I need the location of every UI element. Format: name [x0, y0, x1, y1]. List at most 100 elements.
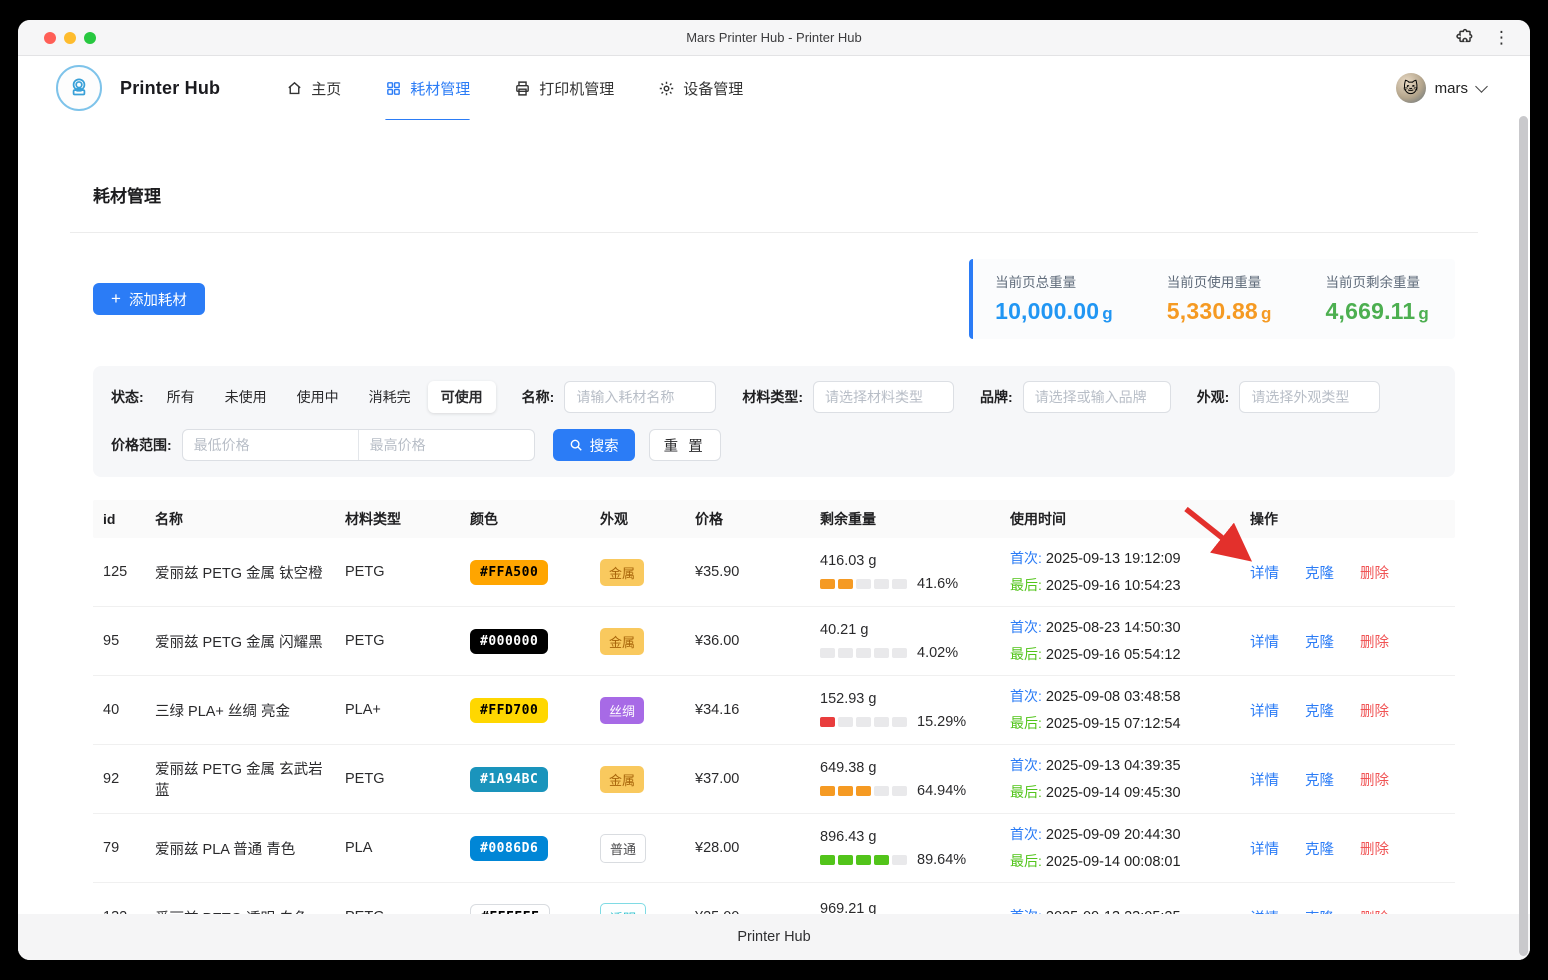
row-79-detail-link[interactable]: 详情 — [1250, 842, 1279, 858]
cell-appearance: 丝绸 — [590, 697, 685, 724]
brand-filter-select[interactable] — [1023, 381, 1171, 413]
table-row-79: 79爱丽兹 PLA 普通 青色PLA#0086D6普通¥28.00896.43 … — [93, 814, 1455, 883]
column-header: 颜色 — [460, 509, 590, 529]
cell-name: 爱丽兹 PETG 金属 闪耀黑 — [145, 631, 335, 652]
cell-usage-time: 首次: 2025-09-08 03:48:58最后: 2025-09-15 07… — [1000, 688, 1240, 732]
price-max-input[interactable] — [359, 430, 534, 460]
column-header: 外观 — [590, 509, 685, 529]
name-filter-input[interactable] — [564, 381, 716, 413]
user-menu[interactable]: 🐱 mars — [1396, 73, 1486, 103]
app-logo-icon — [56, 65, 102, 111]
cell-actions: 详情 克隆 删除 — [1240, 769, 1455, 790]
appearance-badge: 金属 — [600, 766, 644, 793]
appearance-badge: 金属 — [600, 628, 644, 655]
cell-actions: 详情 克隆 删除 — [1240, 631, 1455, 652]
cell-name: 三绿 PLA+ 丝绸 亮金 — [145, 700, 335, 721]
stat-label: 当前页总重量 — [995, 271, 1113, 291]
column-header: 价格 — [685, 509, 810, 529]
progress-segment — [838, 786, 853, 796]
appearance-filter-select[interactable] — [1239, 381, 1380, 413]
row-92-clone-link[interactable]: 克隆 — [1305, 773, 1334, 789]
cell-color: #000000 — [460, 629, 590, 654]
cell-remaining: 40.21 g4.02% — [810, 622, 1000, 661]
row-125-detail-link[interactable]: 详情 — [1250, 566, 1279, 582]
row-40-detail-link[interactable]: 详情 — [1250, 704, 1279, 720]
progress-segment — [856, 855, 871, 865]
cell-id: 92 — [93, 771, 145, 787]
cell-material: PETG — [335, 771, 460, 787]
cell-name: 爱丽兹 PLA 普通 青色 — [145, 838, 335, 859]
cell-price: ¥36.00 — [685, 633, 810, 649]
row-79-clone-link[interactable]: 克隆 — [1305, 842, 1334, 858]
last-use-label: 最后: — [1010, 784, 1042, 800]
table-row-95: 95爱丽兹 PETG 金属 闪耀黑PETG#000000金属¥36.0040.2… — [93, 607, 1455, 676]
search-button[interactable]: 搜索 — [553, 429, 635, 461]
row-79-delete-link[interactable]: 删除 — [1360, 842, 1389, 858]
nav-item-home[interactable]: 主页 — [286, 56, 341, 120]
status-option[interactable]: 可使用 — [428, 381, 496, 413]
progress-segment — [820, 579, 835, 589]
remaining-grams: 896.43 g — [820, 829, 990, 845]
remaining-percent: 4.02% — [917, 645, 958, 661]
progress-segment — [892, 717, 907, 727]
price-range-group — [182, 429, 535, 461]
titlebar: Mars Printer Hub - Printer Hub ⋮ — [18, 20, 1530, 56]
row-95-detail-link[interactable]: 详情 — [1250, 635, 1279, 651]
add-consumable-label: 添加耗材 — [129, 289, 187, 310]
column-header: 使用时间 — [1000, 509, 1240, 529]
nav-item-gear[interactable]: 设备管理 — [658, 56, 743, 120]
cell-usage-time: 首次: 2025-09-13 04:39:35最后: 2025-09-14 09… — [1000, 757, 1240, 801]
table-row-40: 40三绿 PLA+ 丝绸 亮金PLA+#FFD700丝绸¥34.16152.93… — [93, 676, 1455, 745]
status-option[interactable]: 使用中 — [284, 381, 352, 413]
stat-label: 当前页剩余重量 — [1326, 271, 1429, 291]
nav-item-printer[interactable]: 打印机管理 — [514, 56, 614, 120]
weight-stats-panel: 当前页总重量 10,000.00g 当前页使用重量 5,330.88g 当前页剩… — [969, 259, 1455, 339]
row-125-delete-link[interactable]: 删除 — [1360, 566, 1389, 582]
remaining-percent: 15.29% — [917, 714, 966, 730]
vertical-scrollbar[interactable] — [1519, 116, 1528, 956]
nav-item-label: 主页 — [311, 78, 341, 99]
extension-icon[interactable] — [1455, 28, 1475, 48]
progress-segment — [838, 579, 853, 589]
row-95-delete-link[interactable]: 删除 — [1360, 635, 1389, 651]
row-95-clone-link[interactable]: 克隆 — [1305, 635, 1334, 651]
first-use-label: 首次: — [1010, 619, 1042, 635]
row-92-delete-link[interactable]: 删除 — [1360, 773, 1389, 789]
row-92-detail-link[interactable]: 详情 — [1250, 773, 1279, 789]
row-125-clone-link[interactable]: 克隆 — [1305, 566, 1334, 582]
name-filter-label: 名称: — [522, 387, 555, 407]
progress-segment — [820, 648, 835, 658]
row-40-clone-link[interactable]: 克隆 — [1305, 704, 1334, 720]
status-option[interactable]: 未使用 — [212, 381, 280, 413]
progress-segment — [874, 648, 889, 658]
cell-remaining: 649.38 g64.94% — [810, 760, 1000, 799]
add-consumable-button[interactable]: + 添加耗材 — [93, 283, 205, 315]
table-header-row: id名称材料类型颜色外观价格剩余重量使用时间操作 — [93, 500, 1455, 538]
nav-item-grid[interactable]: 耗材管理 — [385, 56, 470, 120]
cell-price: ¥35.90 — [685, 564, 810, 580]
color-chip: #0086D6 — [470, 836, 548, 861]
cell-material: PETG — [335, 564, 460, 580]
status-option[interactable]: 所有 — [154, 381, 208, 413]
nav-item-label: 耗材管理 — [410, 78, 470, 99]
window-title: Mars Printer Hub - Printer Hub — [18, 30, 1530, 45]
row-40-delete-link[interactable]: 删除 — [1360, 704, 1389, 720]
price-min-input[interactable] — [183, 430, 358, 460]
cell-remaining: 896.43 g89.64% — [810, 829, 1000, 868]
chevron-down-icon — [1475, 80, 1488, 93]
material-filter-label: 材料类型: — [742, 387, 803, 407]
first-use-label: 首次: — [1010, 757, 1042, 773]
column-header: id — [93, 511, 145, 527]
kebab-menu-icon[interactable]: ⋮ — [1493, 29, 1510, 46]
status-option[interactable]: 消耗完 — [356, 381, 424, 413]
cell-actions: 详情 克隆 删除 — [1240, 838, 1455, 859]
stat-total-weight: 当前页总重量 10,000.00g — [995, 271, 1113, 325]
material-filter-select[interactable] — [813, 381, 954, 413]
progress-segment — [892, 786, 907, 796]
remaining-progress-bar — [820, 648, 907, 658]
remaining-percent: 41.6% — [917, 576, 958, 592]
reset-button[interactable]: 重 置 — [649, 429, 721, 461]
first-use-time: 2025-09-09 20:44:30 — [1046, 827, 1181, 843]
first-use-label: 首次: — [1010, 826, 1042, 842]
cell-actions: 详情 克隆 删除 — [1240, 700, 1455, 721]
